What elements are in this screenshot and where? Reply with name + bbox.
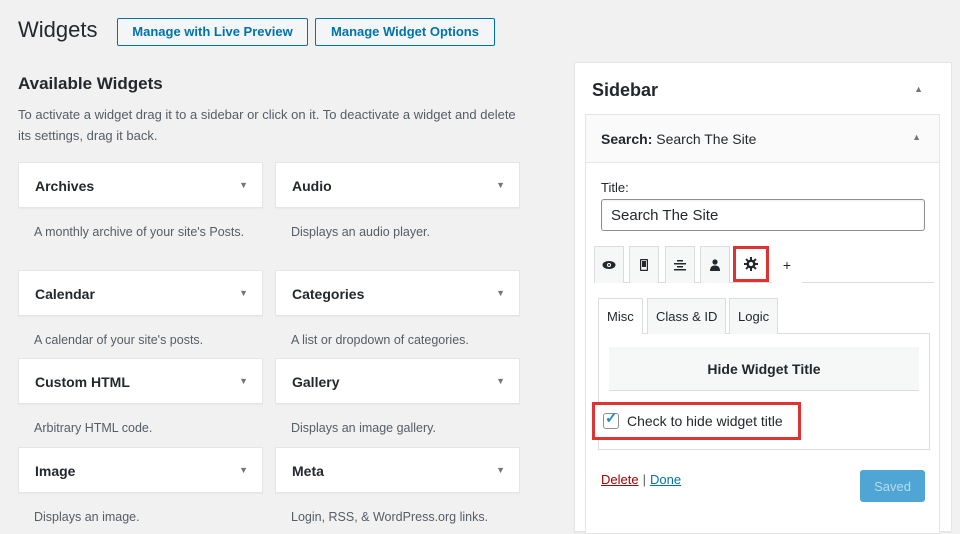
widget-header[interactable]: Image ▼: [18, 447, 263, 493]
hide-title-checkbox[interactable]: ✓: [603, 410, 619, 429]
options-tab-row: Misc Class & ID Logic: [598, 298, 930, 335]
manage-widget-options-button[interactable]: Manage Widget Options: [315, 18, 495, 46]
saved-button[interactable]: Saved: [860, 470, 925, 502]
eye-icon[interactable]: [594, 246, 624, 283]
widget-image[interactable]: Image ▼ Displays an image.: [18, 447, 263, 526]
widget-control-links: Delete | Done: [601, 472, 681, 487]
checkmark-icon: ✓: [605, 410, 618, 427]
sidebar-title: Sidebar: [592, 80, 659, 100]
done-link[interactable]: Done: [650, 472, 681, 487]
widget-description: Displays an audio player.: [291, 225, 430, 239]
tab-misc[interactable]: Misc: [598, 298, 643, 335]
widget-header[interactable]: Archives ▼: [18, 162, 263, 208]
widget-description: Displays an image gallery.: [291, 421, 436, 435]
tab-logic[interactable]: Logic: [729, 298, 779, 334]
widget-audio[interactable]: Audio ▼ Displays an audio player.: [275, 162, 520, 241]
hide-widget-title-option[interactable]: ✓ Check to hide widget title: [592, 402, 801, 440]
widget-description: Arbitrary HTML code.: [34, 421, 153, 435]
page-title: Widgets: [18, 17, 98, 42]
chevron-down-icon[interactable]: ▼: [239, 286, 248, 300]
chevron-up-icon[interactable]: ▲: [914, 84, 923, 94]
widget-options-icon-tabs: +: [594, 246, 934, 283]
widget-name: Audio: [292, 178, 332, 194]
plus-icon[interactable]: +: [772, 246, 802, 283]
chevron-down-icon[interactable]: ▼: [496, 286, 505, 300]
title-input[interactable]: [601, 199, 925, 231]
widget-custom-html[interactable]: Custom HTML ▼ Arbitrary HTML code.: [18, 358, 263, 437]
widget-categories[interactable]: Categories ▼ A list or dropdown of categ…: [275, 270, 520, 349]
available-widgets-title: Available Widgets: [18, 74, 163, 93]
widget-name: Image: [35, 463, 76, 479]
mobile-icon[interactable]: [629, 246, 659, 283]
align-icon[interactable]: [665, 246, 695, 283]
widget-name: Custom HTML: [35, 374, 130, 390]
title-label: Title:: [601, 180, 629, 195]
misc-tab-content: Hide Widget Title ✓ Check to hide widget…: [592, 334, 930, 450]
chevron-down-icon[interactable]: ▼: [239, 178, 248, 192]
widget-meta[interactable]: Meta ▼ Login, RSS, & WordPress.org links…: [275, 447, 520, 526]
manage-live-preview-button[interactable]: Manage with Live Preview: [117, 18, 308, 46]
widget-instance-title: Search The Site: [656, 131, 757, 147]
hide-widget-title-heading: Hide Widget Title: [609, 347, 919, 391]
chevron-down-icon[interactable]: ▼: [496, 374, 505, 388]
widget-gallery[interactable]: Gallery ▼ Displays an image gallery.: [275, 358, 520, 437]
widget-header[interactable]: Audio ▼: [275, 162, 520, 208]
chevron-down-icon[interactable]: ▼: [239, 463, 248, 477]
search-widget: Search: Search The Site ▲ Title: +: [585, 114, 940, 534]
chevron-down-icon[interactable]: ▼: [496, 463, 505, 477]
widget-description: A monthly archive of your site's Posts.: [34, 225, 245, 239]
search-widget-header[interactable]: Search: Search The Site ▲: [586, 115, 939, 163]
widget-archives[interactable]: Archives ▼ A monthly archive of your sit…: [18, 162, 263, 241]
widget-description: Login, RSS, & WordPress.org links.: [291, 510, 489, 524]
delete-link[interactable]: Delete: [601, 472, 639, 487]
widget-name: Archives: [35, 178, 95, 194]
search-widget-heading: Search: Search The Site: [601, 131, 756, 147]
widget-options-panel: Misc Class & ID Logic Hide Widget Title …: [592, 298, 930, 450]
sidebar-widget-area: Sidebar ▲ Search: Search The Site ▲ Titl…: [574, 62, 952, 534]
widget-name: Calendar: [35, 286, 95, 302]
chevron-down-icon[interactable]: ▼: [239, 374, 248, 388]
widget-header[interactable]: Calendar ▼: [18, 270, 263, 316]
gear-icon[interactable]: [733, 246, 769, 282]
widget-description: A list or dropdown of categories.: [291, 333, 469, 347]
widget-name: Gallery: [292, 374, 340, 390]
chevron-up-icon[interactable]: ▲: [912, 132, 921, 142]
widget-description: Displays an image.: [34, 510, 140, 524]
widget-type-label: Search:: [601, 131, 653, 147]
user-icon[interactable]: [700, 246, 730, 283]
link-separator: |: [642, 472, 646, 487]
widget-header[interactable]: Custom HTML ▼: [18, 358, 263, 404]
widget-name: Meta: [292, 463, 324, 479]
widget-header[interactable]: Categories ▼: [275, 270, 520, 316]
widget-header[interactable]: Gallery ▼: [275, 358, 520, 404]
widget-description: A calendar of your site's posts.: [34, 333, 204, 347]
widget-name: Categories: [292, 286, 365, 302]
widget-header[interactable]: Meta ▼: [275, 447, 520, 493]
widget-calendar[interactable]: Calendar ▼ A calendar of your site's pos…: [18, 270, 263, 349]
chevron-down-icon[interactable]: ▼: [496, 178, 505, 192]
available-widgets-description: To activate a widget drag it to a sideba…: [18, 107, 516, 143]
tab-class-id[interactable]: Class & ID: [647, 298, 727, 334]
hide-title-checkbox-label: Check to hide widget title: [627, 413, 783, 429]
